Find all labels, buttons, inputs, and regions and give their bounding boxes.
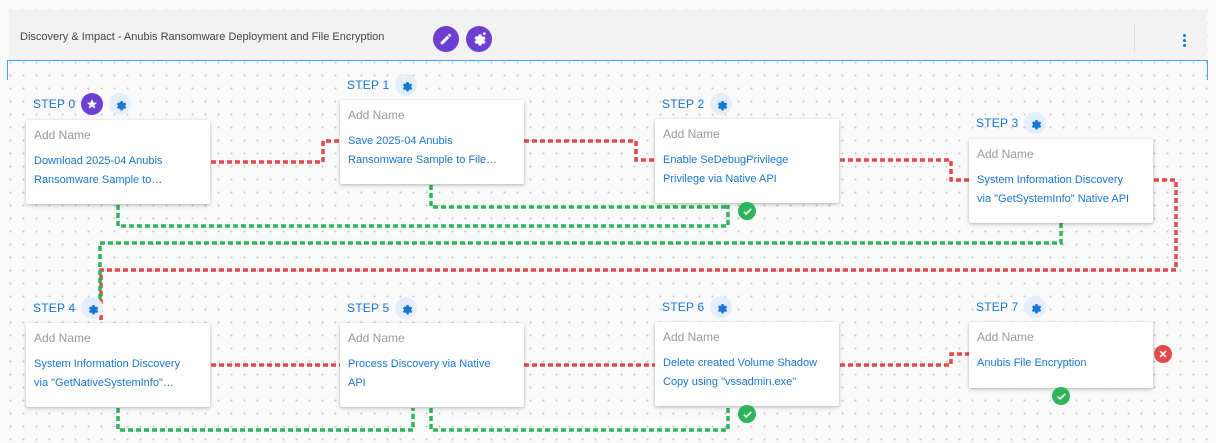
- step-3-description-line-1[interactable]: System Information Discovery: [977, 171, 1145, 190]
- step-3-name[interactable]: Add Name: [977, 147, 1145, 161]
- step-3-title: STEP 3: [976, 116, 1019, 130]
- step-2-description-line-2[interactable]: Privilege via Native API: [663, 170, 831, 189]
- step-1-card[interactable]: Add Name Save 2025-04 Anubis Ransomware …: [340, 100, 524, 184]
- step-6-settings-gear-icon[interactable]: [710, 296, 733, 318]
- step-5-settings-gear-icon[interactable]: [395, 297, 418, 319]
- step-0-settings-gear-icon[interactable]: [109, 93, 132, 115]
- failure-wire-2-3: [840, 158, 969, 182]
- step-2-label: STEP 2: [662, 93, 733, 115]
- step-4-card[interactable]: Add Name System Information Discovery vi…: [26, 323, 210, 407]
- step-4-settings-gear-icon[interactable]: [81, 297, 104, 319]
- step-2-description-line-1[interactable]: Enable SeDebugPrivilege: [663, 151, 831, 170]
- step-0-label: STEP 0: [33, 93, 132, 115]
- step-4-description-line-1[interactable]: System Information Discovery: [34, 355, 202, 374]
- success-wire-5: [429, 408, 730, 432]
- step-2-name[interactable]: Add Name: [663, 127, 831, 141]
- step-7-name[interactable]: Add Name: [977, 330, 1145, 344]
- success-wire-4: [116, 408, 415, 432]
- step-7-card[interactable]: Add Name Anubis File Encryption: [969, 322, 1153, 388]
- step-6-label: STEP 6: [662, 296, 733, 318]
- step-1-description-line-2[interactable]: Ransomware Sample to File…: [348, 151, 516, 170]
- step-7-label: STEP 7: [976, 296, 1047, 318]
- step-2-title: STEP 2: [662, 97, 705, 111]
- step-6-title: STEP 6: [662, 300, 705, 314]
- step-0-description-line-2[interactable]: Ransomware Sample to…: [34, 171, 202, 190]
- success-wire-3: [98, 223, 1063, 302]
- failure-wire-0-1: [211, 139, 340, 164]
- step-5-description-line-2[interactable]: API: [348, 374, 516, 393]
- step-6-description-line-2[interactable]: Copy using "vssadmin.exe": [663, 373, 831, 392]
- step-7-success-check-icon[interactable]: [1052, 387, 1070, 405]
- step-0-name[interactable]: Add Name: [34, 128, 202, 142]
- step-4-description-line-2[interactable]: via "GetNativeSystemInfo"…: [34, 374, 202, 393]
- step-5-label: STEP 5: [347, 297, 418, 319]
- step-2-success-check-icon[interactable]: [738, 202, 756, 220]
- step-6-name[interactable]: Add Name: [663, 330, 831, 344]
- step-6-success-check-icon[interactable]: [738, 405, 756, 423]
- step-7-settings-gear-icon[interactable]: [1024, 296, 1047, 318]
- step-7-description-line-1[interactable]: Anubis File Encryption: [977, 354, 1145, 373]
- step-2-settings-gear-icon[interactable]: [710, 93, 733, 115]
- step-7-failure-close-icon[interactable]: [1154, 345, 1172, 363]
- step-2-card[interactable]: Add Name Enable SeDebugPrivilege Privile…: [655, 119, 839, 203]
- step-4-name[interactable]: Add Name: [34, 331, 202, 345]
- step-0-card[interactable]: Add Name Download 2025-04 Anubis Ransomw…: [26, 120, 210, 204]
- step-3-label: STEP 3: [976, 112, 1047, 134]
- failure-wire-1-2: [524, 139, 655, 162]
- start-step-star-icon[interactable]: [81, 93, 104, 115]
- step-3-settings-gear-icon[interactable]: [1024, 112, 1047, 134]
- step-5-name[interactable]: Add Name: [348, 331, 516, 345]
- step-1-name[interactable]: Add Name: [348, 108, 516, 122]
- step-6-description-line-1[interactable]: Delete created Volume Shadow: [663, 354, 831, 373]
- step-0-description-line-1[interactable]: Download 2025-04 Anubis: [34, 152, 202, 171]
- step-6-card[interactable]: Add Name Delete created Volume Shadow Co…: [655, 322, 839, 406]
- step-4-title: STEP 4: [33, 301, 76, 315]
- step-3-card[interactable]: Add Name System Information Discovery vi…: [969, 139, 1153, 223]
- step-1-description-line-1[interactable]: Save 2025-04 Anubis: [348, 132, 516, 151]
- step-3-description-line-2[interactable]: via "GetSystemInfo" Native API: [977, 190, 1145, 209]
- step-5-card[interactable]: Add Name Process Discovery via Native AP…: [340, 323, 524, 407]
- step-1-title: STEP 1: [347, 78, 390, 92]
- step-1-settings-gear-icon[interactable]: [395, 74, 418, 96]
- step-7-title: STEP 7: [976, 300, 1019, 314]
- step-0-title: STEP 0: [33, 97, 76, 111]
- star-icon: [87, 99, 98, 109]
- step-1-label: STEP 1: [347, 74, 418, 96]
- step-5-description-line-1[interactable]: Process Discovery via Native: [348, 355, 516, 374]
- step-4-label: STEP 4: [33, 297, 104, 319]
- failure-wire-6-7: [840, 352, 969, 367]
- step-5-title: STEP 5: [347, 301, 390, 315]
